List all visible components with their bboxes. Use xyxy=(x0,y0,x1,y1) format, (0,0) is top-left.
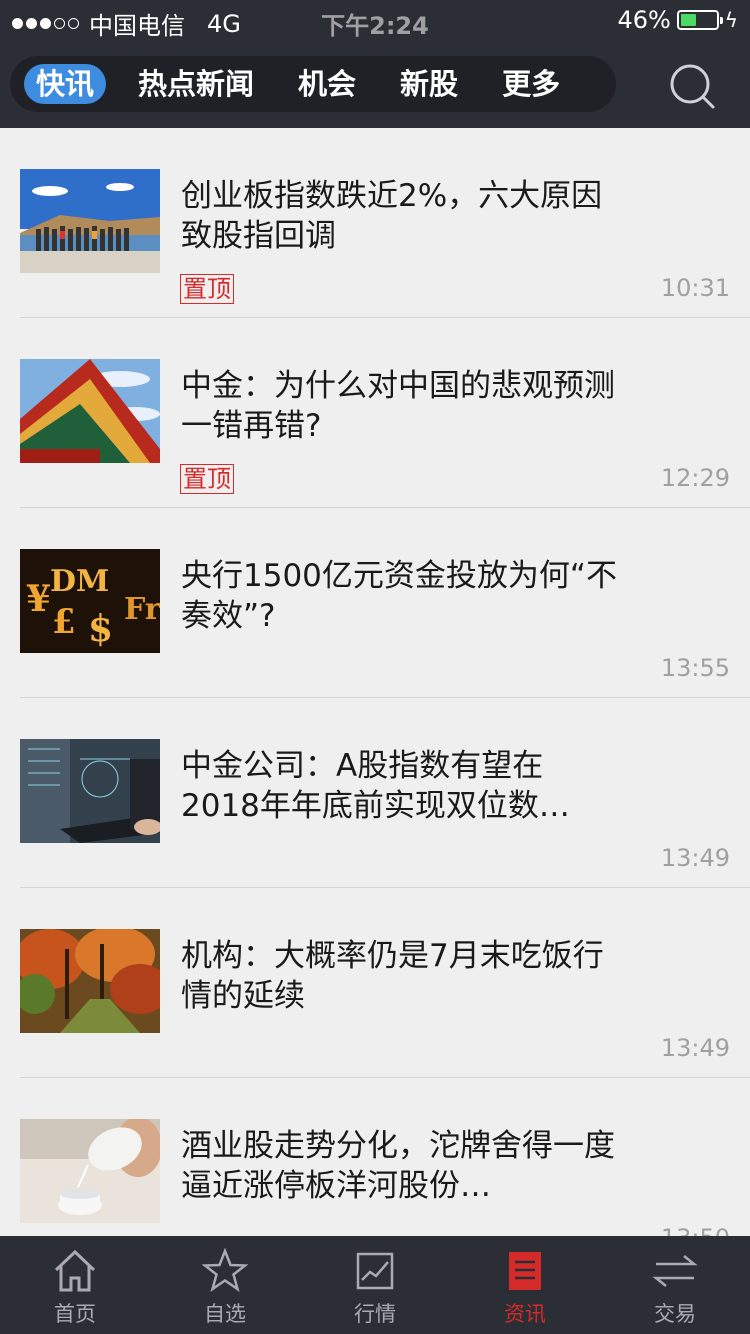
nav-label: 交易 xyxy=(654,1302,696,1326)
nav-trade[interactable]: 交易 xyxy=(600,1236,750,1334)
news-time: 13:49 xyxy=(660,844,730,872)
news-time: 13:50 xyxy=(661,1224,730,1236)
nav-label: 首页 xyxy=(54,1302,96,1326)
battery-icon xyxy=(676,10,723,30)
nav-watchlist[interactable]: 自选 xyxy=(150,1236,300,1334)
news-time: 13:49 xyxy=(660,1034,730,1062)
home-icon xyxy=(54,1249,96,1292)
chart-icon xyxy=(356,1252,394,1290)
news-list: 创业板指数跌近2%，六大原因致股指回调 置顶 10:31 中金：为什么对中国的悲… xyxy=(0,128,750,1236)
news-title: 央行1500亿元资金投放为何“不奏效”? xyxy=(181,558,617,634)
status-bar: 中国电信 4G 下午2:24 46% ϟ xyxy=(0,0,750,40)
pinned-badge: 置顶 xyxy=(180,274,234,304)
search-icon xyxy=(670,64,715,109)
nav-label: 资讯 xyxy=(504,1302,546,1326)
news-time: 13:55 xyxy=(660,654,730,682)
svg-text:Fr: Fr xyxy=(124,592,160,627)
tab-opportunity[interactable]: 机会 xyxy=(286,64,368,104)
news-icon xyxy=(509,1252,541,1290)
news-title: 创业板指数跌近2%，六大原因致股指回调 xyxy=(181,178,603,254)
news-item[interactable]: 创业板指数跌近2%，六大原因致股指回调 置顶 10:31 xyxy=(20,128,750,318)
header: 中国电信 4G 下午2:24 46% ϟ 快讯 热点新闻 机会 新股 更多 xyxy=(0,0,750,128)
news-item[interactable]: 中金：为什么对中国的悲观预测一错再错? 置顶 12:29 xyxy=(20,318,750,508)
category-tabs: 快讯 热点新闻 机会 新股 更多 xyxy=(10,56,616,112)
nav-news[interactable]: 资讯 xyxy=(450,1236,600,1334)
news-title: 机构：大概率仍是7月末吃饭行情的延续 xyxy=(181,938,604,1014)
svg-text:£: £ xyxy=(52,602,76,642)
nav-home[interactable]: 首页 xyxy=(0,1236,150,1334)
nav-label: 行情 xyxy=(354,1302,396,1326)
tab-more[interactable]: 更多 xyxy=(490,64,572,104)
star-icon xyxy=(202,1248,248,1292)
status-right: 46% ϟ xyxy=(617,6,738,34)
news-title: 中金：为什么对中国的悲观预测一错再错? xyxy=(181,368,615,444)
svg-text:$: $ xyxy=(88,608,113,650)
svg-text:DM: DM xyxy=(50,564,109,599)
svg-text:¥: ¥ xyxy=(26,578,51,620)
app-screen: 中国电信 4G 下午2:24 46% ϟ 快讯 热点新闻 机会 新股 更多 创业… xyxy=(0,0,750,1334)
news-time: 10:31 xyxy=(660,274,730,302)
news-thumbnail xyxy=(20,739,160,843)
news-thumbnail xyxy=(20,169,160,273)
pinned-badge: 置顶 xyxy=(180,464,234,494)
news-item[interactable]: 中金公司：A股指数有望在2018年年底前实现双位数… 13:49 xyxy=(20,698,750,888)
news-thumbnail xyxy=(20,1119,160,1223)
battery-percent: 46% xyxy=(617,6,671,34)
nav-label: 自选 xyxy=(204,1302,246,1326)
tab-hot-news[interactable]: 热点新闻 xyxy=(126,64,266,104)
news-thumbnail xyxy=(20,359,160,463)
news-title: 酒业股走势分化，沱牌舍得一度逼近涨停板洋河股份… xyxy=(181,1128,615,1204)
charging-icon: ϟ xyxy=(724,8,738,32)
news-item[interactable]: 酒业股走势分化，沱牌舍得一度逼近涨停板洋河股份… 13:50 xyxy=(20,1078,750,1236)
news-item[interactable]: 机构：大概率仍是7月末吃饭行情的延续 13:49 xyxy=(20,888,750,1078)
tab-kuaixun[interactable]: 快讯 xyxy=(24,64,107,104)
tab-new-stocks[interactable]: 新股 xyxy=(388,64,470,104)
search-button[interactable] xyxy=(668,62,716,110)
news-item[interactable]: ¥ DM £ $ Fr 央行1500亿元资金投放为何“不奏效”? 13:55 xyxy=(20,508,750,698)
bottom-nav: 首页 自选 行情 资讯 交易 xyxy=(0,1236,750,1334)
nav-market[interactable]: 行情 xyxy=(300,1236,450,1334)
news-thumbnail: ¥ DM £ $ Fr xyxy=(20,549,160,653)
news-title: 中金公司：A股指数有望在2018年年底前实现双位数… xyxy=(181,748,570,824)
news-time: 12:29 xyxy=(660,464,730,492)
exchange-icon xyxy=(652,1255,698,1287)
news-thumbnail xyxy=(20,929,160,1033)
